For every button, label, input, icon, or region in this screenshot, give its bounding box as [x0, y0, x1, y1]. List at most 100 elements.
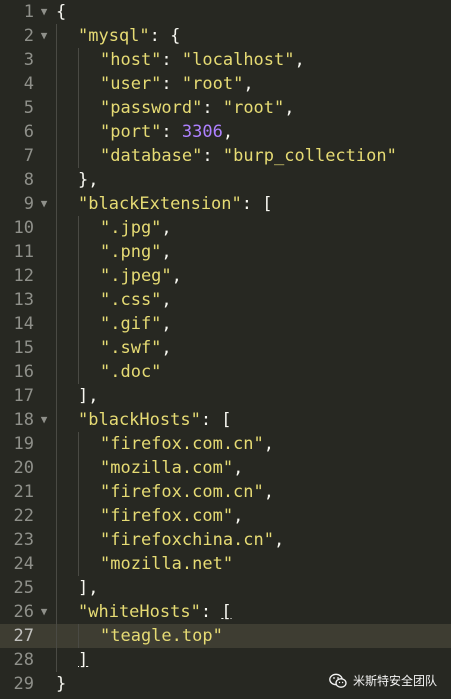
string-token: "blackExtension" — [78, 194, 242, 214]
code-line[interactable]: 12 ".jpeg", — [0, 264, 451, 288]
code-line[interactable]: 22 "firefox.com", — [0, 504, 451, 528]
punctuation-token: ], — [78, 386, 99, 406]
code-line[interactable]: 14 ".gif", — [0, 312, 451, 336]
code-line[interactable]: 21 "firefox.com.cn", — [0, 480, 451, 504]
string-token: ".png" — [100, 242, 162, 262]
indent-guide — [78, 48, 79, 72]
code-editor[interactable]: 1 ▼{2 ▼ "mysql": {3 "host": "localhost", 4 "us… — [0, 0, 451, 699]
indent-guide — [56, 480, 57, 504]
line-number: 7 — [23, 146, 34, 166]
string-token: "whiteHosts" — [78, 602, 201, 622]
punctuation-token: , — [161, 290, 172, 310]
line-number: 10 — [13, 218, 34, 238]
line-number: 15 — [13, 338, 34, 358]
punctuation-token: : — [202, 98, 223, 118]
code-text: ], — [78, 576, 98, 600]
indent-guide — [78, 144, 79, 168]
punctuation-token: , — [222, 122, 234, 142]
fold-arrow-icon[interactable]: ▼ — [38, 408, 50, 432]
code-line[interactable]: 7 "database": "burp_collection" — [0, 144, 451, 168]
code-line[interactable]: 27 "teagle.top" — [0, 624, 451, 648]
code-text: "teagle.top" — [100, 624, 223, 648]
indent-guide — [56, 240, 57, 264]
indent-guide — [78, 264, 79, 288]
indent-guide — [56, 120, 57, 144]
code-line[interactable]: 9 ▼ "blackExtension": [ — [0, 192, 451, 216]
code-text: "whiteHosts": [ — [78, 600, 232, 624]
line-number: 18 — [13, 410, 34, 430]
punctuation-token: , — [284, 98, 295, 118]
fold-arrow-icon[interactable]: ▼ — [38, 600, 50, 624]
code-line[interactable]: 18 ▼ "blackHosts": [ — [0, 408, 451, 432]
indent-guide — [56, 552, 57, 576]
line-number: 17 — [13, 386, 34, 406]
code-line[interactable]: 5 "password": "root", — [0, 96, 451, 120]
code-text: } — [56, 672, 66, 696]
code-text: "mozilla.net" — [100, 552, 233, 576]
line-number: 12 — [13, 266, 34, 286]
code-text: "firefoxchina.cn", — [100, 528, 284, 552]
fold-arrow-icon[interactable]: ▼ — [38, 0, 50, 24]
code-line[interactable]: 28] — [0, 648, 451, 672]
code-line[interactable]: 23 "firefoxchina.cn", — [0, 528, 451, 552]
fold-arrow-icon[interactable]: ▼ — [38, 24, 50, 48]
code-line[interactable]: 24 "mozilla.net" — [0, 552, 451, 576]
indent-guide — [56, 432, 57, 456]
string-token: "firefox.com.cn" — [100, 482, 264, 502]
code-line[interactable]: 4 "user": "root", — [0, 72, 451, 96]
code-text: ".css", — [100, 288, 172, 312]
code-line[interactable]: 15 ".swf", — [0, 336, 451, 360]
string-token: "firefox.com" — [100, 506, 234, 526]
code-line[interactable]: 16 ".doc" — [0, 360, 451, 384]
code-line[interactable]: 25], — [0, 576, 451, 600]
code-text: ] — [78, 648, 88, 672]
line-number: 26 — [13, 602, 34, 622]
code-text: ".png", — [100, 240, 172, 264]
string-token: "localhost" — [181, 50, 295, 70]
code-line[interactable]: 20 "mozilla.com", — [0, 456, 451, 480]
string-token: "port" — [100, 122, 162, 142]
indent-guide — [56, 24, 57, 48]
punctuation-token: : [ — [241, 194, 273, 214]
string-token: ".css" — [100, 290, 162, 310]
punctuation-token: , — [243, 74, 254, 94]
string-token: ".jpg" — [100, 218, 162, 238]
punctuation-token: , — [161, 338, 172, 358]
indent-guide — [78, 360, 79, 384]
punctuation-token: ], — [78, 578, 99, 598]
code-line[interactable]: 17], — [0, 384, 451, 408]
indent-guide — [56, 312, 57, 336]
code-line[interactable]: 6 "port": 3306, — [0, 120, 451, 144]
code-line[interactable]: 1 ▼ { — [0, 0, 451, 24]
punctuation-token: : — [161, 50, 182, 70]
code-text: ".doc" — [100, 360, 161, 384]
code-line[interactable]: 8}, — [0, 168, 451, 192]
string-token: "host" — [100, 50, 162, 70]
code-line[interactable]: 3 "host": "localhost", — [0, 48, 451, 72]
line-number: 21 — [13, 482, 34, 502]
code-line[interactable]: 2 ▼ "mysql": { — [0, 24, 451, 48]
indent-guide — [78, 288, 79, 312]
punctuation-token: [ — [221, 602, 232, 622]
punctuation-token: , — [274, 530, 285, 550]
watermark-text: 米斯特安全团队 — [352, 674, 437, 688]
indent-guide — [78, 336, 79, 360]
code-line[interactable]: 19 "firefox.com.cn", — [0, 432, 451, 456]
indent-guide — [56, 456, 57, 480]
indent-guide — [56, 360, 57, 384]
code-line[interactable]: 11 ".png", — [0, 240, 451, 264]
indent-guide — [78, 624, 79, 648]
string-token: "mysql" — [78, 26, 150, 46]
code-line[interactable]: 13 ".css", — [0, 288, 451, 312]
code-line[interactable]: 10 ".jpg", — [0, 216, 451, 240]
indent-guide — [56, 264, 57, 288]
indent-guide — [56, 168, 57, 192]
string-token: "firefox.com.cn" — [100, 434, 264, 454]
string-token: "mozilla.net" — [100, 554, 234, 574]
line-number: 27 — [13, 626, 34, 646]
code-line[interactable]: 26 ▼ "whiteHosts": [ — [0, 600, 451, 624]
code-text: ".jpeg", — [100, 264, 182, 288]
fold-arrow-icon[interactable]: ▼ — [38, 192, 50, 216]
punctuation-token: : — [161, 122, 182, 142]
line-number: 3 — [23, 50, 34, 70]
